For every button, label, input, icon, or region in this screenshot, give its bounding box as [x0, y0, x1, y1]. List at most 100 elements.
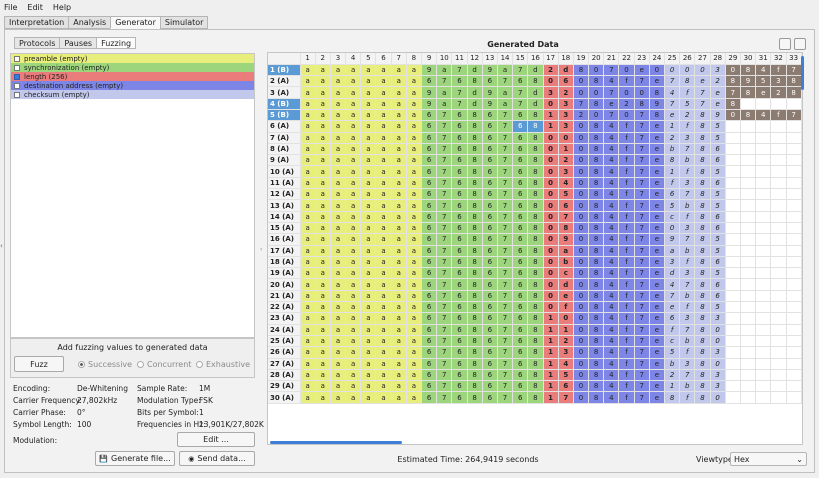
table-cell[interactable]: 7	[679, 324, 696, 336]
table-cell[interactable]: a	[300, 358, 316, 370]
table-cell[interactable]: 0	[664, 222, 681, 235]
table-cell[interactable]: 8	[649, 86, 666, 99]
table-cell[interactable]: 8	[467, 312, 483, 325]
table-cell[interactable]: 8	[588, 369, 605, 382]
table-cell[interactable]: 6	[451, 188, 468, 201]
table-cell[interactable]: a	[406, 154, 423, 167]
table-cell[interactable]: 7	[634, 233, 650, 246]
table-cell[interactable]: 6	[512, 391, 529, 404]
table-cell[interactable]	[770, 120, 787, 133]
table-cell[interactable]: a	[315, 120, 331, 133]
table-cell[interactable]: 0	[710, 324, 726, 336]
column-header[interactable]: 6	[375, 53, 392, 65]
horizontal-scrollbar[interactable]	[270, 441, 402, 444]
table-cell[interactable]: 6	[512, 256, 529, 269]
table-cell[interactable]: 6	[451, 75, 468, 88]
table-cell[interactable]: 4	[603, 222, 620, 235]
column-header[interactable]: 24	[649, 53, 666, 65]
table-cell[interactable]: 6	[451, 346, 468, 359]
table-cell[interactable]: 4	[603, 120, 620, 133]
table-cell[interactable]: a	[345, 188, 362, 201]
table-cell[interactable]	[786, 312, 802, 325]
column-header[interactable]: 1	[300, 53, 316, 65]
table-cell[interactable]: a	[406, 346, 423, 359]
table-cell[interactable]	[755, 301, 772, 314]
table-cell[interactable]: f	[618, 154, 635, 167]
table-cell[interactable]: a	[330, 165, 347, 178]
table-cell[interactable]: 8	[527, 75, 544, 88]
table-cell[interactable]: b	[664, 358, 681, 370]
table-cell[interactable]	[770, 165, 787, 178]
column-header[interactable]: 7	[391, 53, 407, 65]
table-cell[interactable]: a	[345, 335, 362, 348]
table-cell[interactable]: 8	[725, 75, 741, 88]
column-header[interactable]: 17	[543, 53, 559, 65]
table-row[interactable]: 13 (A) a a a a a a a a 6 7 6 8 6 7 6 8 0 6 0 8 4 f 7 e 5 b 8 5	[268, 199, 802, 212]
table-cell[interactable]: 6	[482, 165, 498, 178]
row-header[interactable]: 29 (A)	[268, 380, 301, 393]
column-header[interactable]: 9	[421, 53, 438, 65]
table-cell[interactable]: 0	[573, 278, 590, 291]
table-cell[interactable]	[755, 290, 772, 303]
column-header[interactable]: 18	[558, 53, 574, 65]
row-header[interactable]: 2 (A)	[268, 75, 301, 88]
table-cell[interactable]: 8	[588, 391, 605, 404]
table-cell[interactable]: 6	[451, 154, 468, 167]
table-cell[interactable]: a	[345, 86, 362, 99]
row-header[interactable]: 3 (A)	[268, 86, 301, 99]
table-cell[interactable]: 8	[786, 75, 802, 88]
table-cell[interactable]: a	[375, 335, 392, 348]
table-cell[interactable]: a	[391, 346, 407, 359]
table-cell[interactable]: a	[406, 369, 423, 382]
table-cell[interactable]: 8	[527, 369, 544, 382]
table-cell[interactable]	[725, 369, 741, 382]
table-cell[interactable]: 0	[618, 86, 635, 99]
table-cell[interactable]: 0	[543, 301, 559, 314]
table-cell[interactable]: a	[375, 98, 392, 110]
table-cell[interactable]: b	[558, 256, 574, 269]
table-cell[interactable]: 7	[634, 380, 650, 393]
table-cell[interactable]: a	[406, 75, 423, 88]
table-cell[interactable]: 6	[451, 369, 468, 382]
table-cell[interactable]: 1	[664, 380, 681, 393]
table-cell[interactable]: a	[391, 290, 407, 303]
table-cell[interactable]: 6	[421, 109, 438, 122]
table-cell[interactable]: 3	[543, 86, 559, 99]
table-cell[interactable]: 7	[497, 312, 514, 325]
table-cell[interactable]: 0	[543, 199, 559, 212]
column-header[interactable]: 11	[451, 53, 468, 65]
table-cell[interactable]	[740, 120, 757, 133]
table-row[interactable]: 7 (A) a a a a a a a a 6 7 6 8 6 7 6 8 0 0 0 8 4 f 7 e 2 3 8 5	[268, 132, 802, 144]
column-header[interactable]: 10	[436, 53, 453, 65]
table-cell[interactable]: 6	[451, 120, 468, 133]
table-cell[interactable]	[740, 358, 757, 370]
table-cell[interactable]: 5	[664, 199, 681, 212]
table-cell[interactable]: 0	[543, 165, 559, 178]
table-cell[interactable]: a	[391, 143, 407, 156]
table-cell[interactable]: 8	[694, 335, 711, 348]
table-cell[interactable]: 4	[603, 188, 620, 201]
table-cell[interactable]: a	[300, 86, 316, 99]
table-cell[interactable]: 0	[543, 75, 559, 88]
table-cell[interactable]: 8	[694, 188, 711, 201]
table-cell[interactable]	[770, 211, 787, 223]
column-header[interactable]: 22	[618, 53, 635, 65]
table-cell[interactable]: a	[300, 301, 316, 314]
table-cell[interactable]: 8	[694, 154, 711, 167]
table-cell[interactable]: a	[300, 188, 316, 201]
table-cell[interactable]: e	[649, 233, 666, 246]
column-header[interactable]: 15	[512, 53, 529, 65]
table-cell[interactable]: d	[527, 64, 544, 77]
table-cell[interactable]: a	[391, 380, 407, 393]
table-cell[interactable]: e	[755, 86, 772, 99]
table-cell[interactable]: a	[330, 86, 347, 99]
table-row[interactable]: 3 (A) a a a a a a a a 9 a 7 d 9 a 7 d 3 2 0 0 7 0 0 8 4 f 7 e 7 8 e 2 8	[268, 86, 802, 99]
table-cell[interactable]: 7	[679, 369, 696, 382]
table-cell[interactable]: 0	[543, 267, 559, 280]
table-cell[interactable]	[740, 143, 757, 156]
table-cell[interactable]	[786, 211, 802, 223]
table-cell[interactable]	[770, 346, 787, 359]
table-cell[interactable]: 6	[451, 278, 468, 291]
generated-data-table[interactable]: 1 2 3 4 5 6 7 8 9 10 11 12 13 14 15 16 17 18 19 20 21 22 23 24 2…	[267, 52, 803, 445]
table-cell[interactable]: a	[300, 64, 316, 77]
